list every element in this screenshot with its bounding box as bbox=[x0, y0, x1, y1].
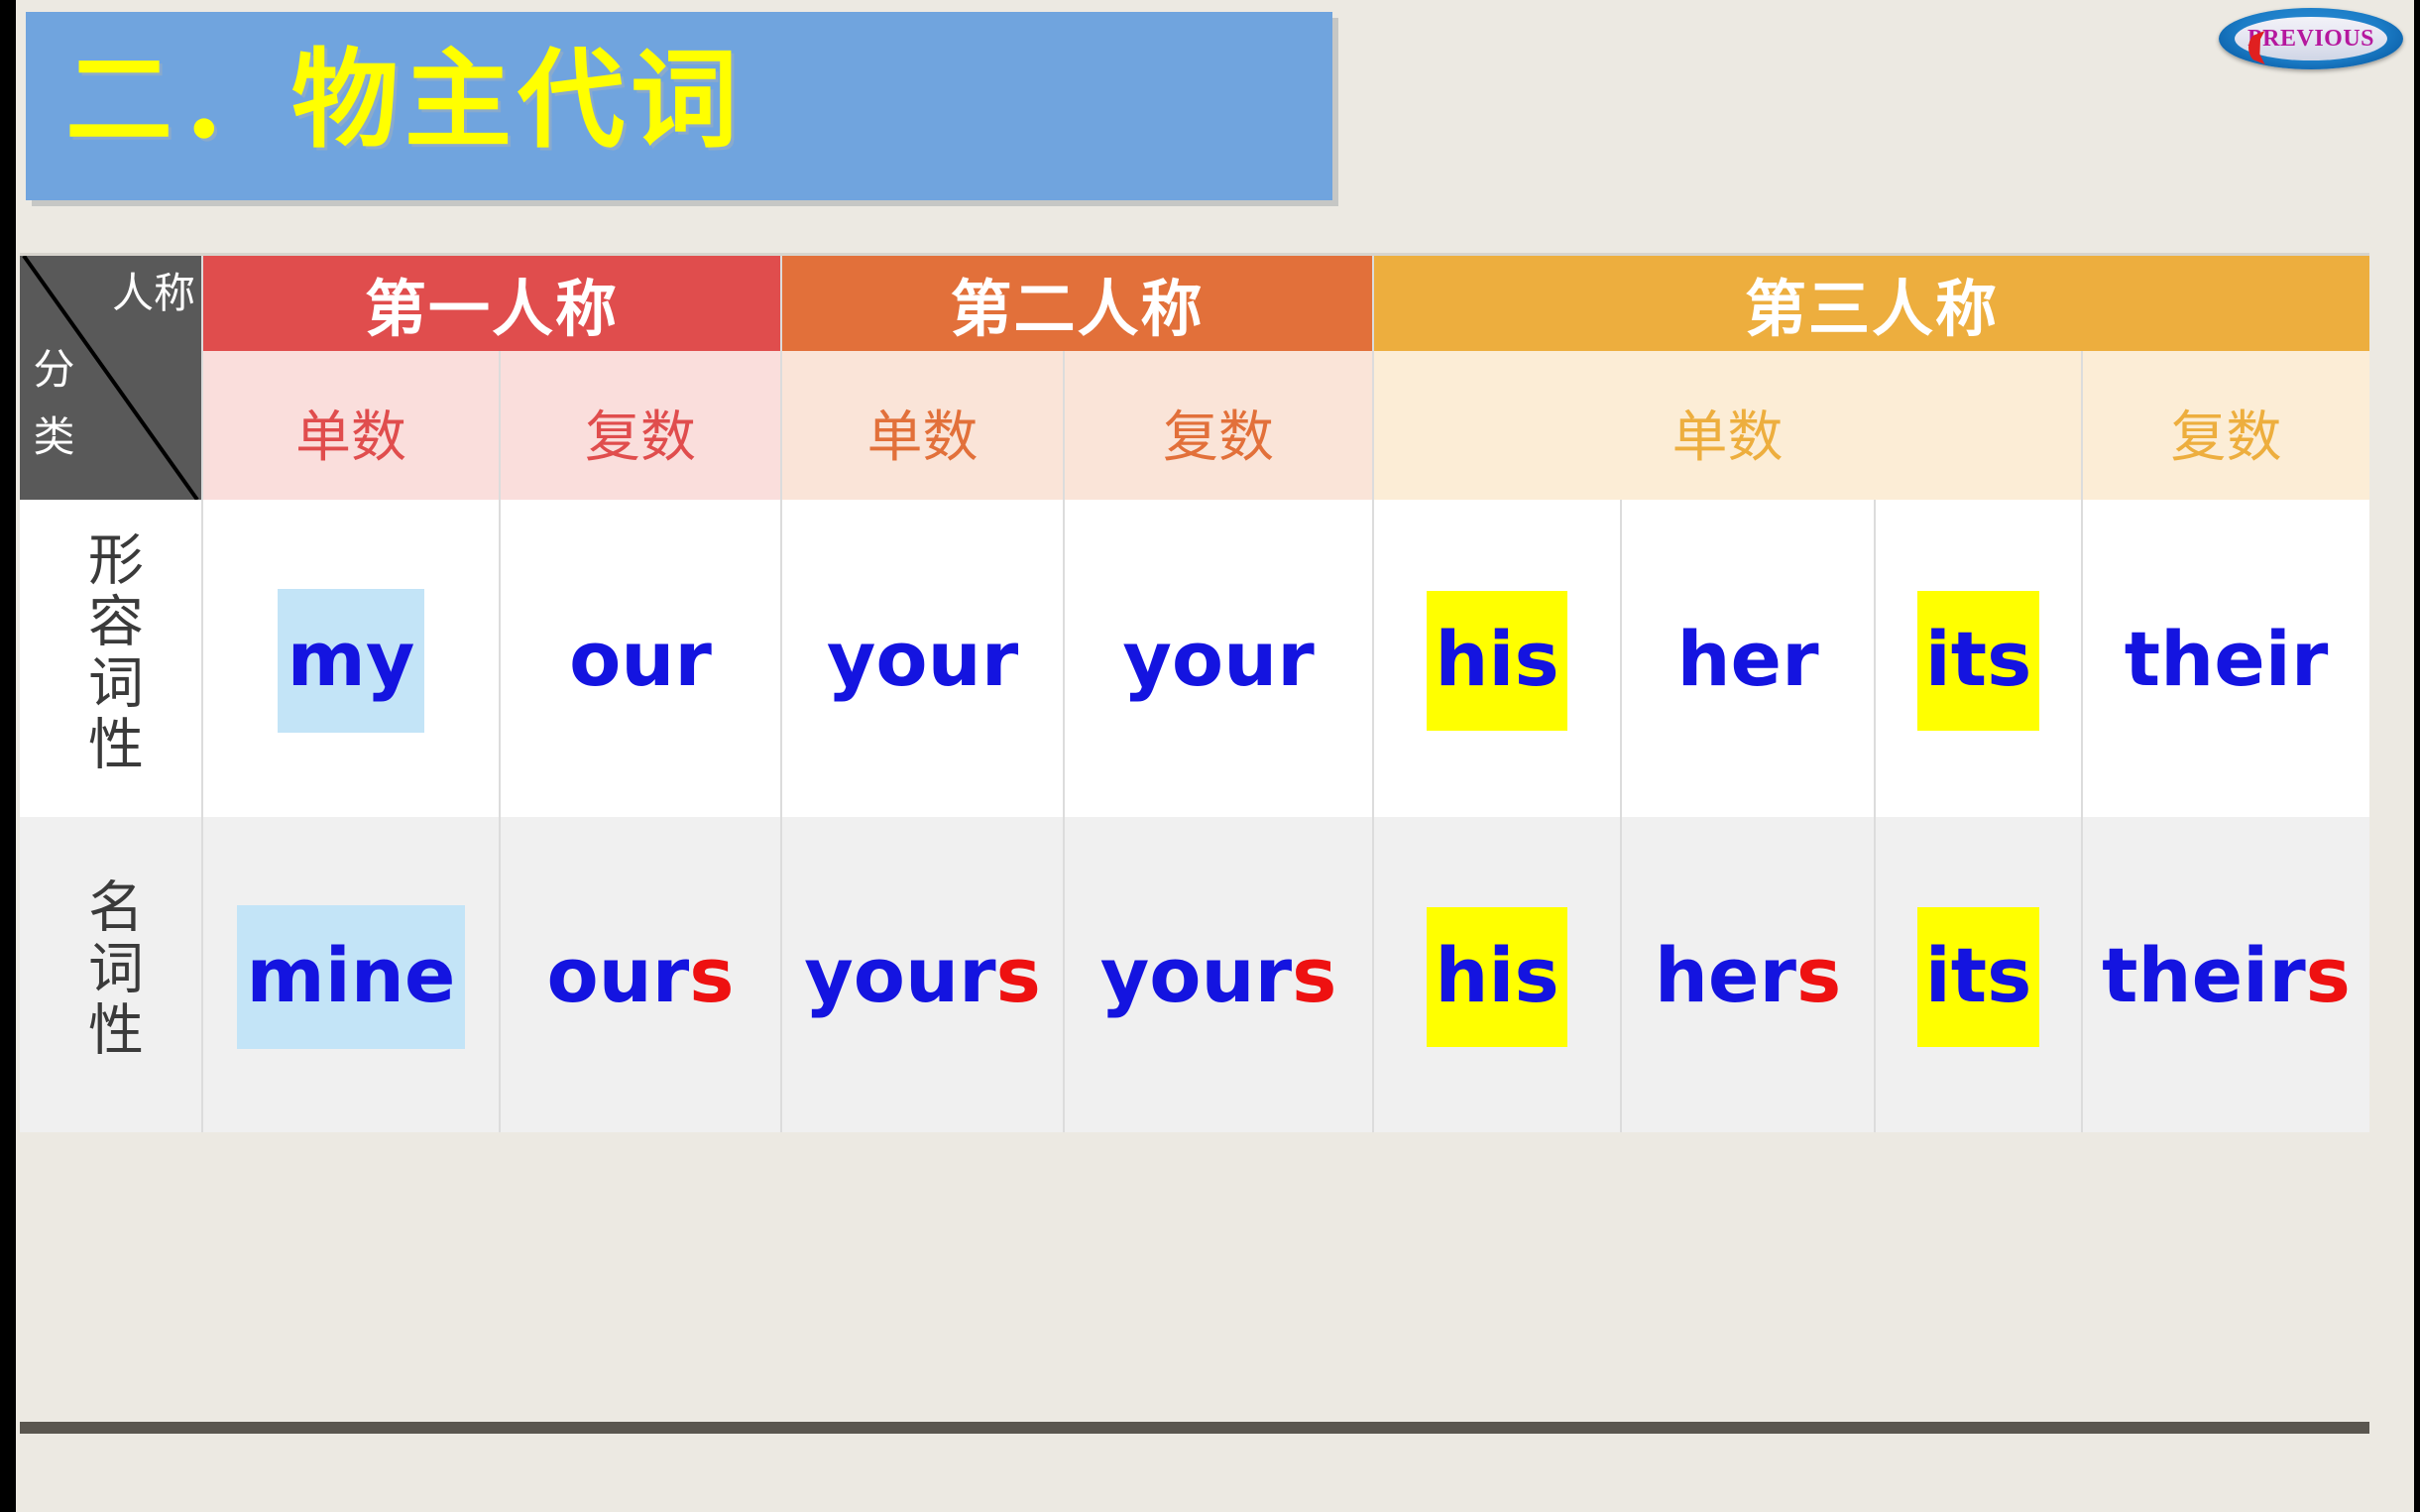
table-bottom-rule bbox=[20, 1422, 2369, 1434]
title-banner: 二．物主代词 bbox=[26, 12, 1332, 200]
header-second-plural: 复数 bbox=[1064, 351, 1375, 500]
right-edge-strip bbox=[2414, 0, 2420, 1512]
cell-adj-1sg: my bbox=[202, 500, 501, 817]
suffix-s-hers: s bbox=[1795, 930, 1842, 1019]
word-my: my bbox=[277, 588, 425, 733]
row-label-nominal-text: 名词性 bbox=[78, 877, 144, 1062]
cell-nom-2pl: yours bbox=[1064, 817, 1375, 1132]
row-label-adjectival: 形容词性 bbox=[20, 500, 203, 817]
word-theirs: their bbox=[2102, 930, 2306, 1019]
cell-adj-2sg: your bbox=[781, 500, 1066, 817]
word-its: its bbox=[1916, 590, 2040, 731]
table-row: 名词性 mine ours yours yours his hers its t… bbox=[20, 817, 2370, 1132]
cell-nom-1sg: mine bbox=[202, 817, 501, 1132]
word-your-pl: your bbox=[1122, 614, 1315, 703]
slide-canvas: 二．物主代词 PREVIOUS 人称 分类 第一人称 第二人称 第三人称 单数 … bbox=[0, 0, 2420, 1512]
cell-adj-2pl: your bbox=[1064, 500, 1375, 817]
word-his-nom: his bbox=[1427, 906, 1567, 1047]
header-third-singular: 单数 bbox=[1373, 351, 2084, 500]
previous-button-label: PREVIOUS bbox=[2247, 25, 2375, 52]
word-his: his bbox=[1427, 590, 1567, 731]
header-second-person: 第二人称 bbox=[781, 256, 1375, 351]
header-second-singular: 单数 bbox=[781, 351, 1066, 500]
suffix-s-ours: s bbox=[689, 930, 735, 1019]
cell-adj-1pl: our bbox=[500, 500, 783, 817]
header-third-person: 第三人称 bbox=[1373, 256, 2370, 351]
cell-adj-3sg-f: her bbox=[1621, 500, 1877, 817]
header-row-person: 人称 分类 第一人称 第二人称 第三人称 bbox=[20, 256, 2370, 500]
word-its-nom: its bbox=[1916, 906, 2040, 1047]
header-row-number: 单数 复数 单数 复数 单数 复数 bbox=[20, 351, 2370, 500]
left-edge-strip bbox=[0, 0, 16, 1512]
row-label-nominal: 名词性 bbox=[20, 817, 203, 1132]
word-their: their bbox=[2124, 614, 2329, 703]
possessive-pronoun-table: 人称 分类 第一人称 第二人称 第三人称 单数 复数 单数 复数 单数 复数 形… bbox=[20, 256, 2370, 1132]
word-yours-sg: your bbox=[804, 930, 996, 1019]
cell-adj-3sg-m: his bbox=[1373, 500, 1623, 817]
word-mine: mine bbox=[236, 904, 466, 1049]
cell-nom-2sg: yours bbox=[781, 817, 1066, 1132]
cell-nom-3sg-n: its bbox=[1875, 817, 2084, 1132]
cell-nom-3sg-f: hers bbox=[1621, 817, 1877, 1132]
suffix-s-yours-pl: s bbox=[1292, 930, 1337, 1019]
corner-category-label: 分类 bbox=[27, 347, 76, 482]
word-hers: her bbox=[1654, 930, 1796, 1019]
previous-button-face: PREVIOUS bbox=[2235, 17, 2387, 64]
word-our: our bbox=[569, 614, 712, 703]
suffix-s-theirs: s bbox=[2305, 930, 2351, 1019]
header-first-singular: 单数 bbox=[202, 351, 501, 500]
cell-adj-3sg-n: its bbox=[1875, 500, 2084, 817]
header-first-plural: 复数 bbox=[500, 351, 783, 500]
previous-button[interactable]: PREVIOUS bbox=[2219, 8, 2403, 69]
cell-adj-3pl: their bbox=[2082, 500, 2370, 817]
word-yours-pl: your bbox=[1099, 930, 1293, 1019]
cell-nom-3sg-m: his bbox=[1373, 817, 1623, 1132]
row-label-adjectival-text: 形容词性 bbox=[78, 530, 144, 776]
cell-nom-3pl: theirs bbox=[2082, 817, 2370, 1132]
table-row: 形容词性 my our your your his her its their bbox=[20, 500, 2370, 817]
word-her: her bbox=[1676, 614, 1819, 703]
word-ours: our bbox=[546, 930, 690, 1019]
suffix-s-yours-sg: s bbox=[995, 930, 1041, 1019]
header-third-plural: 复数 bbox=[2082, 351, 2370, 500]
cell-nom-1pl: ours bbox=[500, 817, 783, 1132]
word-your-sg: your bbox=[826, 614, 1019, 703]
table-corner-cell: 人称 分类 bbox=[20, 256, 203, 500]
corner-person-label: 人称 bbox=[111, 269, 195, 317]
page-title: 二．物主代词 bbox=[65, 39, 745, 163]
header-first-person: 第一人称 bbox=[202, 256, 783, 351]
